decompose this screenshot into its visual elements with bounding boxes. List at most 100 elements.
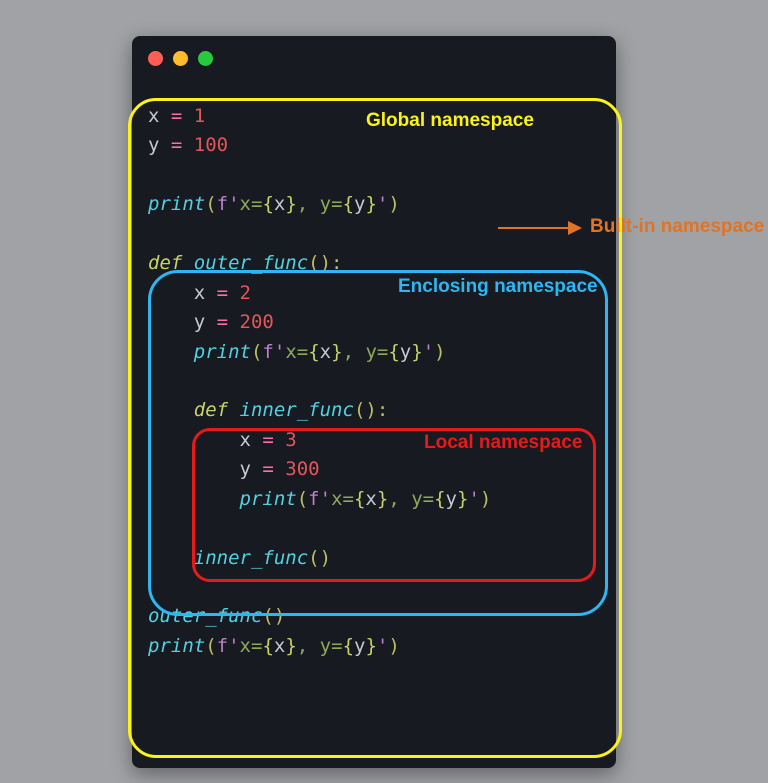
code-token: inner_func [240,399,354,421]
code-token: def [148,252,182,274]
code-token: 100 [194,134,228,156]
code-token: x [240,429,251,451]
code-token: x= [285,341,308,363]
code-token: = [251,458,285,480]
code-token: print [148,193,205,215]
code-token: = [159,134,193,156]
code-token: , y= [297,193,343,215]
code-token: , y= [388,488,434,510]
code-token: } [285,635,296,657]
code-token: ' [377,635,388,657]
code-token: } [285,193,296,215]
code-token: { [262,193,273,215]
code-token: f' [217,193,240,215]
code-token: } [377,488,388,510]
code-token: { [354,488,365,510]
code-token: outer_func [148,605,262,627]
code-token: x [365,488,376,510]
code-token [148,311,194,333]
code-token: ' [468,488,479,510]
code-token: outer_func [194,252,308,274]
code-token: print [148,635,205,657]
arrow-icon [498,226,582,230]
code-token: def [194,399,228,421]
code-token [228,399,239,421]
code-token: { [343,635,354,657]
code-token: = [251,429,285,451]
code-token [148,488,240,510]
code-token: 300 [285,458,319,480]
code-token: print [240,488,297,510]
code-token: (): [354,399,388,421]
code-token: { [388,341,399,363]
code-token [148,429,240,451]
code-window: x = 1 y = 100 print(f'x={x}, y={y}') def… [132,36,616,768]
code-token: x= [240,635,263,657]
code-block: x = 1 y = 100 print(f'x={x}, y={y}') def… [132,80,616,671]
code-token: } [365,635,376,657]
close-icon[interactable] [148,51,163,66]
enclosing-namespace-label: Enclosing namespace [398,276,598,298]
code-token: y [240,458,251,480]
code-token: x [274,635,285,657]
builtin-namespace-label: Built-in namespace [590,216,764,238]
code-token [148,458,240,480]
local-namespace-label: Local namespace [424,432,582,454]
code-token [148,282,194,304]
code-token: , y= [297,635,343,657]
code-token: } [331,341,342,363]
code-token: } [457,488,468,510]
code-token [148,399,194,421]
code-token: { [434,488,445,510]
code-token: x= [240,193,263,215]
code-token: ( [205,193,216,215]
code-token: ( [297,488,308,510]
code-token: ) [480,488,491,510]
code-token: ) [388,635,399,657]
code-token: = [205,282,239,304]
code-token: f' [262,341,285,363]
code-token: y [354,635,365,657]
code-token: = [205,311,239,333]
code-token: 3 [285,429,296,451]
code-token: y [446,488,457,510]
code-token: ) [434,341,445,363]
code-token: inner_func [194,547,308,569]
global-namespace-label: Global namespace [366,110,534,132]
code-token: = [159,105,193,127]
code-token: (): [308,252,342,274]
code-token: x= [331,488,354,510]
code-token: } [365,193,376,215]
code-token: { [262,635,273,657]
code-token: ' [423,341,434,363]
code-token: { [308,341,319,363]
code-token [148,547,194,569]
window-titlebar [132,36,616,80]
code-token: } [411,341,422,363]
code-token: , y= [343,341,389,363]
code-token: y [148,134,159,156]
minimize-icon[interactable] [173,51,188,66]
code-token: x [148,105,159,127]
code-token: y [194,311,205,333]
code-token [148,341,194,363]
maximize-icon[interactable] [198,51,213,66]
code-token: () [308,547,331,569]
code-token: print [194,341,251,363]
code-token: ) [388,193,399,215]
code-token: f' [308,488,331,510]
code-token [182,252,193,274]
code-token: () [262,605,285,627]
code-token: x [320,341,331,363]
code-token: y [400,341,411,363]
code-token: 1 [194,105,205,127]
code-token: 2 [240,282,251,304]
code-token: y [354,193,365,215]
code-token: 200 [240,311,274,333]
code-token: ( [251,341,262,363]
code-token: ' [377,193,388,215]
code-token: x [274,193,285,215]
code-token: { [343,193,354,215]
code-token: x [194,282,205,304]
code-token: ( [205,635,216,657]
